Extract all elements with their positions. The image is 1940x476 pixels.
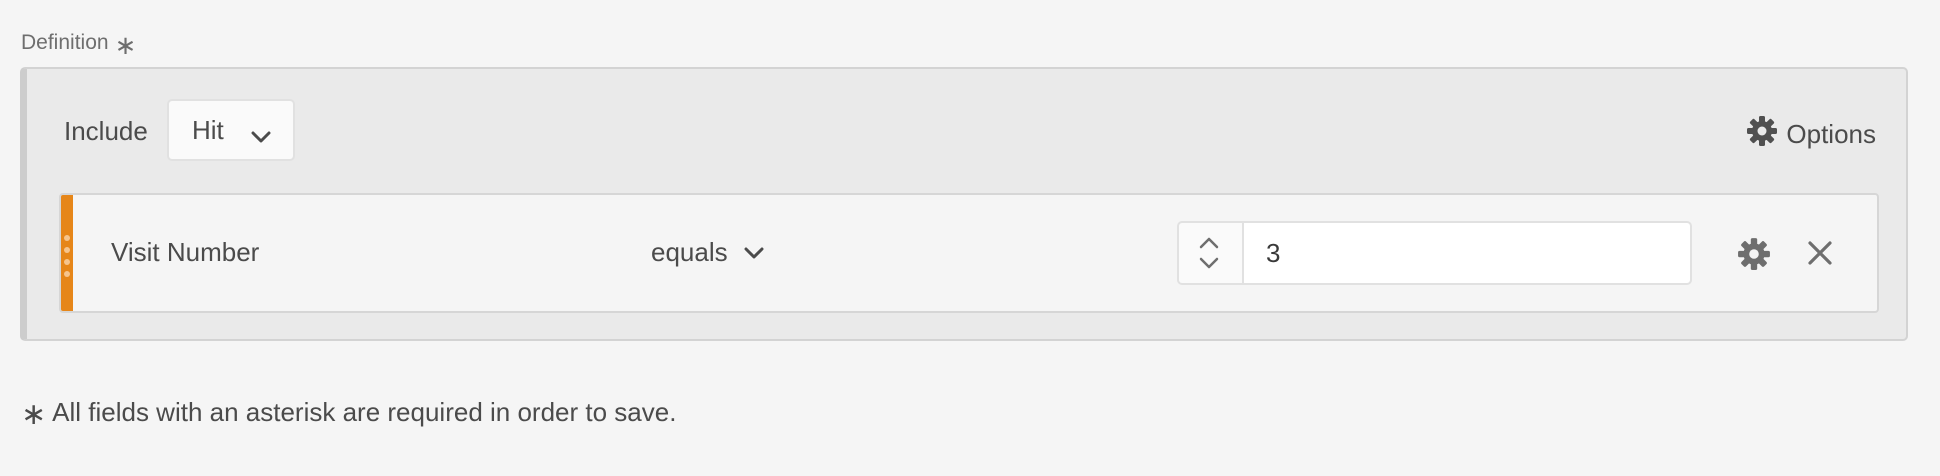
definition-label-text: Definition bbox=[21, 31, 109, 54]
drag-handle-icon[interactable] bbox=[61, 195, 73, 311]
gear-icon[interactable] bbox=[1737, 237, 1771, 276]
chevron-down-icon bbox=[744, 237, 764, 268]
close-icon[interactable] bbox=[1806, 239, 1834, 272]
value-input[interactable] bbox=[1242, 221, 1692, 285]
definition-container: Include Hit Options Visit Number equals … bbox=[20, 67, 1908, 341]
rule-row: Visit Number equals bbox=[59, 193, 1879, 313]
options-label: Options bbox=[1786, 119, 1876, 149]
required-fields-note: ∗ All fields with an asterisk are requir… bbox=[21, 394, 676, 430]
segment-definition-panel: Definition ∗ Include Hit Options Visit N… bbox=[0, 0, 1940, 476]
definition-label: Definition ∗ bbox=[21, 28, 136, 58]
operator-dropdown[interactable]: equals bbox=[651, 237, 764, 268]
required-asterisk: ∗ bbox=[114, 30, 137, 60]
operator-value: equals bbox=[651, 237, 728, 267]
chevron-down-icon bbox=[251, 121, 271, 152]
options-button[interactable]: Options bbox=[1746, 115, 1876, 154]
scope-dropdown[interactable]: Hit bbox=[167, 99, 295, 161]
include-label: Include bbox=[64, 116, 148, 146]
scope-dropdown-value: Hit bbox=[192, 114, 224, 145]
gear-icon bbox=[1746, 115, 1778, 154]
stepper-icon[interactable] bbox=[1177, 221, 1242, 285]
required-note-text: All fields with an asterisk are required… bbox=[52, 396, 677, 427]
dimension-name: Visit Number bbox=[111, 237, 260, 267]
required-asterisk: ∗ bbox=[21, 398, 47, 431]
